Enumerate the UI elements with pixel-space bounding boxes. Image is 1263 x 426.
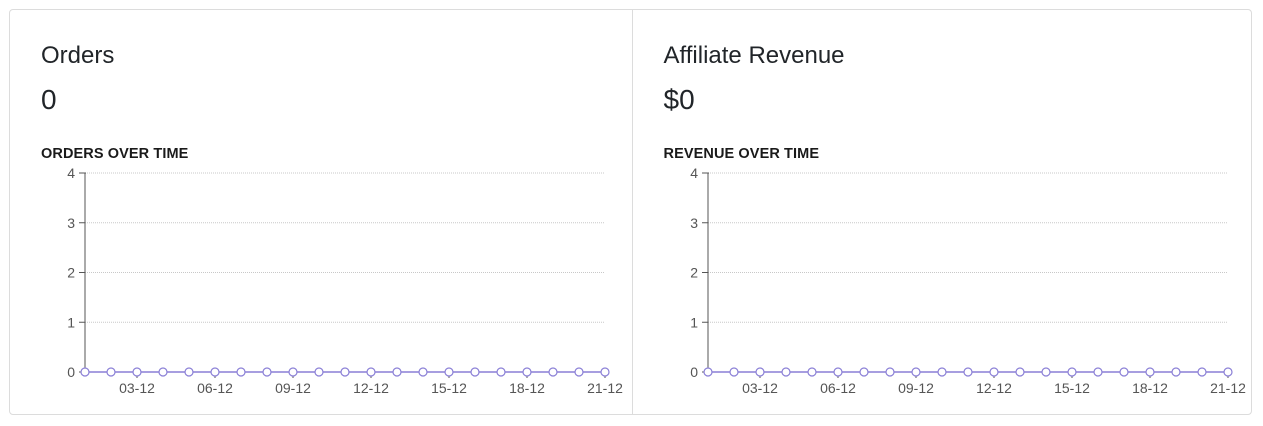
revenue-chart: 0 1 2 3 4 03-12 06-12 09-12 12-12 15-12 18-12 21-12	[690, 165, 1246, 396]
data-point	[936, 367, 947, 377]
y-tick-label: 2	[67, 265, 75, 281]
y-tick-label: 1	[67, 314, 75, 330]
data-point	[1040, 367, 1051, 377]
x-tick-label: 18-12	[509, 380, 545, 396]
orders-panel: Orders 0 ORDERS OVER TIME 0 1 2 3 4 03-12 06-1…	[10, 10, 632, 414]
data-point	[340, 367, 350, 377]
x-tick-label: 03-12	[742, 380, 778, 396]
data-point	[288, 367, 298, 377]
data-point	[470, 367, 480, 377]
orders-chart: 0 1 2 3 4 03-12 06-12 09-12 12-12 15-12 18-12 21-12	[67, 165, 623, 396]
y-tick-label: 4	[690, 165, 698, 181]
y-tick-label: 1	[690, 314, 698, 330]
data-point	[210, 367, 220, 377]
x-tick-label: 09-12	[898, 380, 934, 396]
x-tick-label: 03-12	[119, 380, 155, 396]
y-tick-label: 4	[67, 165, 75, 181]
data-point	[496, 367, 506, 377]
data-point	[1092, 367, 1103, 377]
data-point	[858, 367, 869, 377]
data-point	[236, 367, 246, 377]
data-point	[574, 367, 584, 377]
data-point	[832, 367, 843, 377]
x-tick-label: 09-12	[275, 380, 311, 396]
data-point	[522, 367, 532, 377]
data-point	[106, 367, 116, 377]
data-point	[754, 367, 765, 377]
data-point	[1118, 367, 1129, 377]
data-point	[548, 367, 558, 377]
y-tick-label: 0	[690, 364, 698, 380]
data-point	[418, 367, 428, 377]
stats-card: Orders 0 ORDERS OVER TIME 0 1 2 3 4 03-12 06-1…	[9, 9, 1252, 415]
data-point	[702, 367, 713, 377]
revenue-panel: Affiliate Revenue $0 REVENUE OVER TIME 0…	[631, 10, 1252, 414]
data-point	[806, 367, 817, 377]
data-point	[132, 367, 142, 377]
data-point	[988, 367, 999, 377]
data-point	[444, 367, 454, 377]
x-tick-label: 21-12	[587, 380, 623, 396]
data-point	[184, 367, 194, 377]
x-tick-label: 06-12	[820, 380, 856, 396]
data-point	[366, 367, 376, 377]
data-point	[80, 367, 90, 377]
x-tick-label: 18-12	[1132, 380, 1168, 396]
data-point	[962, 367, 973, 377]
x-tick-label: 06-12	[197, 380, 233, 396]
data-point	[884, 367, 895, 377]
x-tick-label: 21-12	[1210, 380, 1246, 396]
data-point	[262, 367, 272, 377]
x-tick-label: 15-12	[1054, 380, 1090, 396]
y-tick-label: 3	[67, 215, 75, 231]
data-point	[1014, 367, 1025, 377]
y-tick-label: 0	[67, 364, 75, 380]
data-point	[392, 367, 402, 377]
data-point	[1170, 367, 1181, 377]
data-point	[1196, 367, 1207, 377]
data-point	[1222, 367, 1233, 377]
data-point	[314, 367, 324, 377]
data-point	[1144, 367, 1155, 377]
data-point	[780, 367, 791, 377]
data-point	[910, 367, 921, 377]
y-tick-label: 2	[690, 265, 698, 281]
data-point	[1066, 367, 1077, 377]
x-tick-label: 15-12	[431, 380, 467, 396]
data-point	[728, 367, 739, 377]
data-point	[158, 367, 168, 377]
y-tick-label: 3	[690, 215, 698, 231]
x-tick-label: 12-12	[976, 380, 1012, 396]
x-tick-label: 12-12	[353, 380, 389, 396]
data-point	[600, 367, 610, 377]
